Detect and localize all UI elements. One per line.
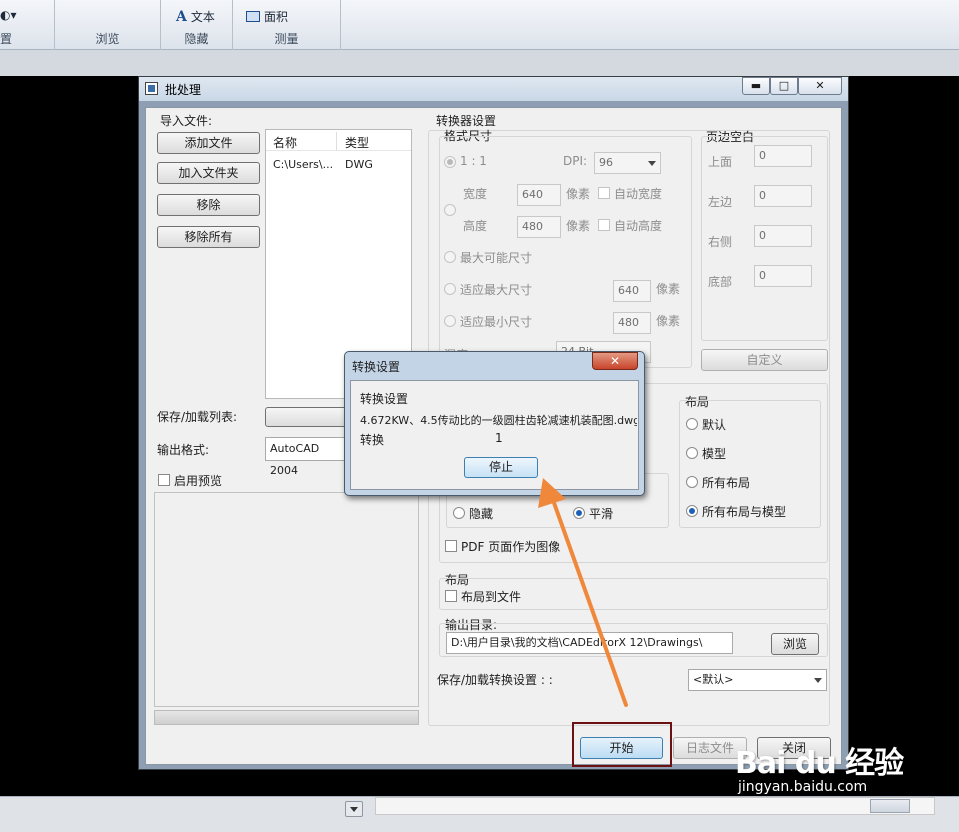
scrollbar-thumb[interactable] <box>870 799 910 813</box>
annotation-arrow-line <box>551 498 628 707</box>
start-button-highlight <box>572 722 672 767</box>
annotation-overlay <box>538 478 628 707</box>
horizontal-scrollbar[interactable] <box>375 797 935 815</box>
chevron-down-icon[interactable] <box>345 801 363 817</box>
chevron-glyph <box>350 807 358 812</box>
annotation-arrow-head <box>538 478 566 508</box>
watermark-logo: Bai du 经验 <box>735 746 904 781</box>
watermark-url: jingyan.baidu.com <box>738 779 868 795</box>
